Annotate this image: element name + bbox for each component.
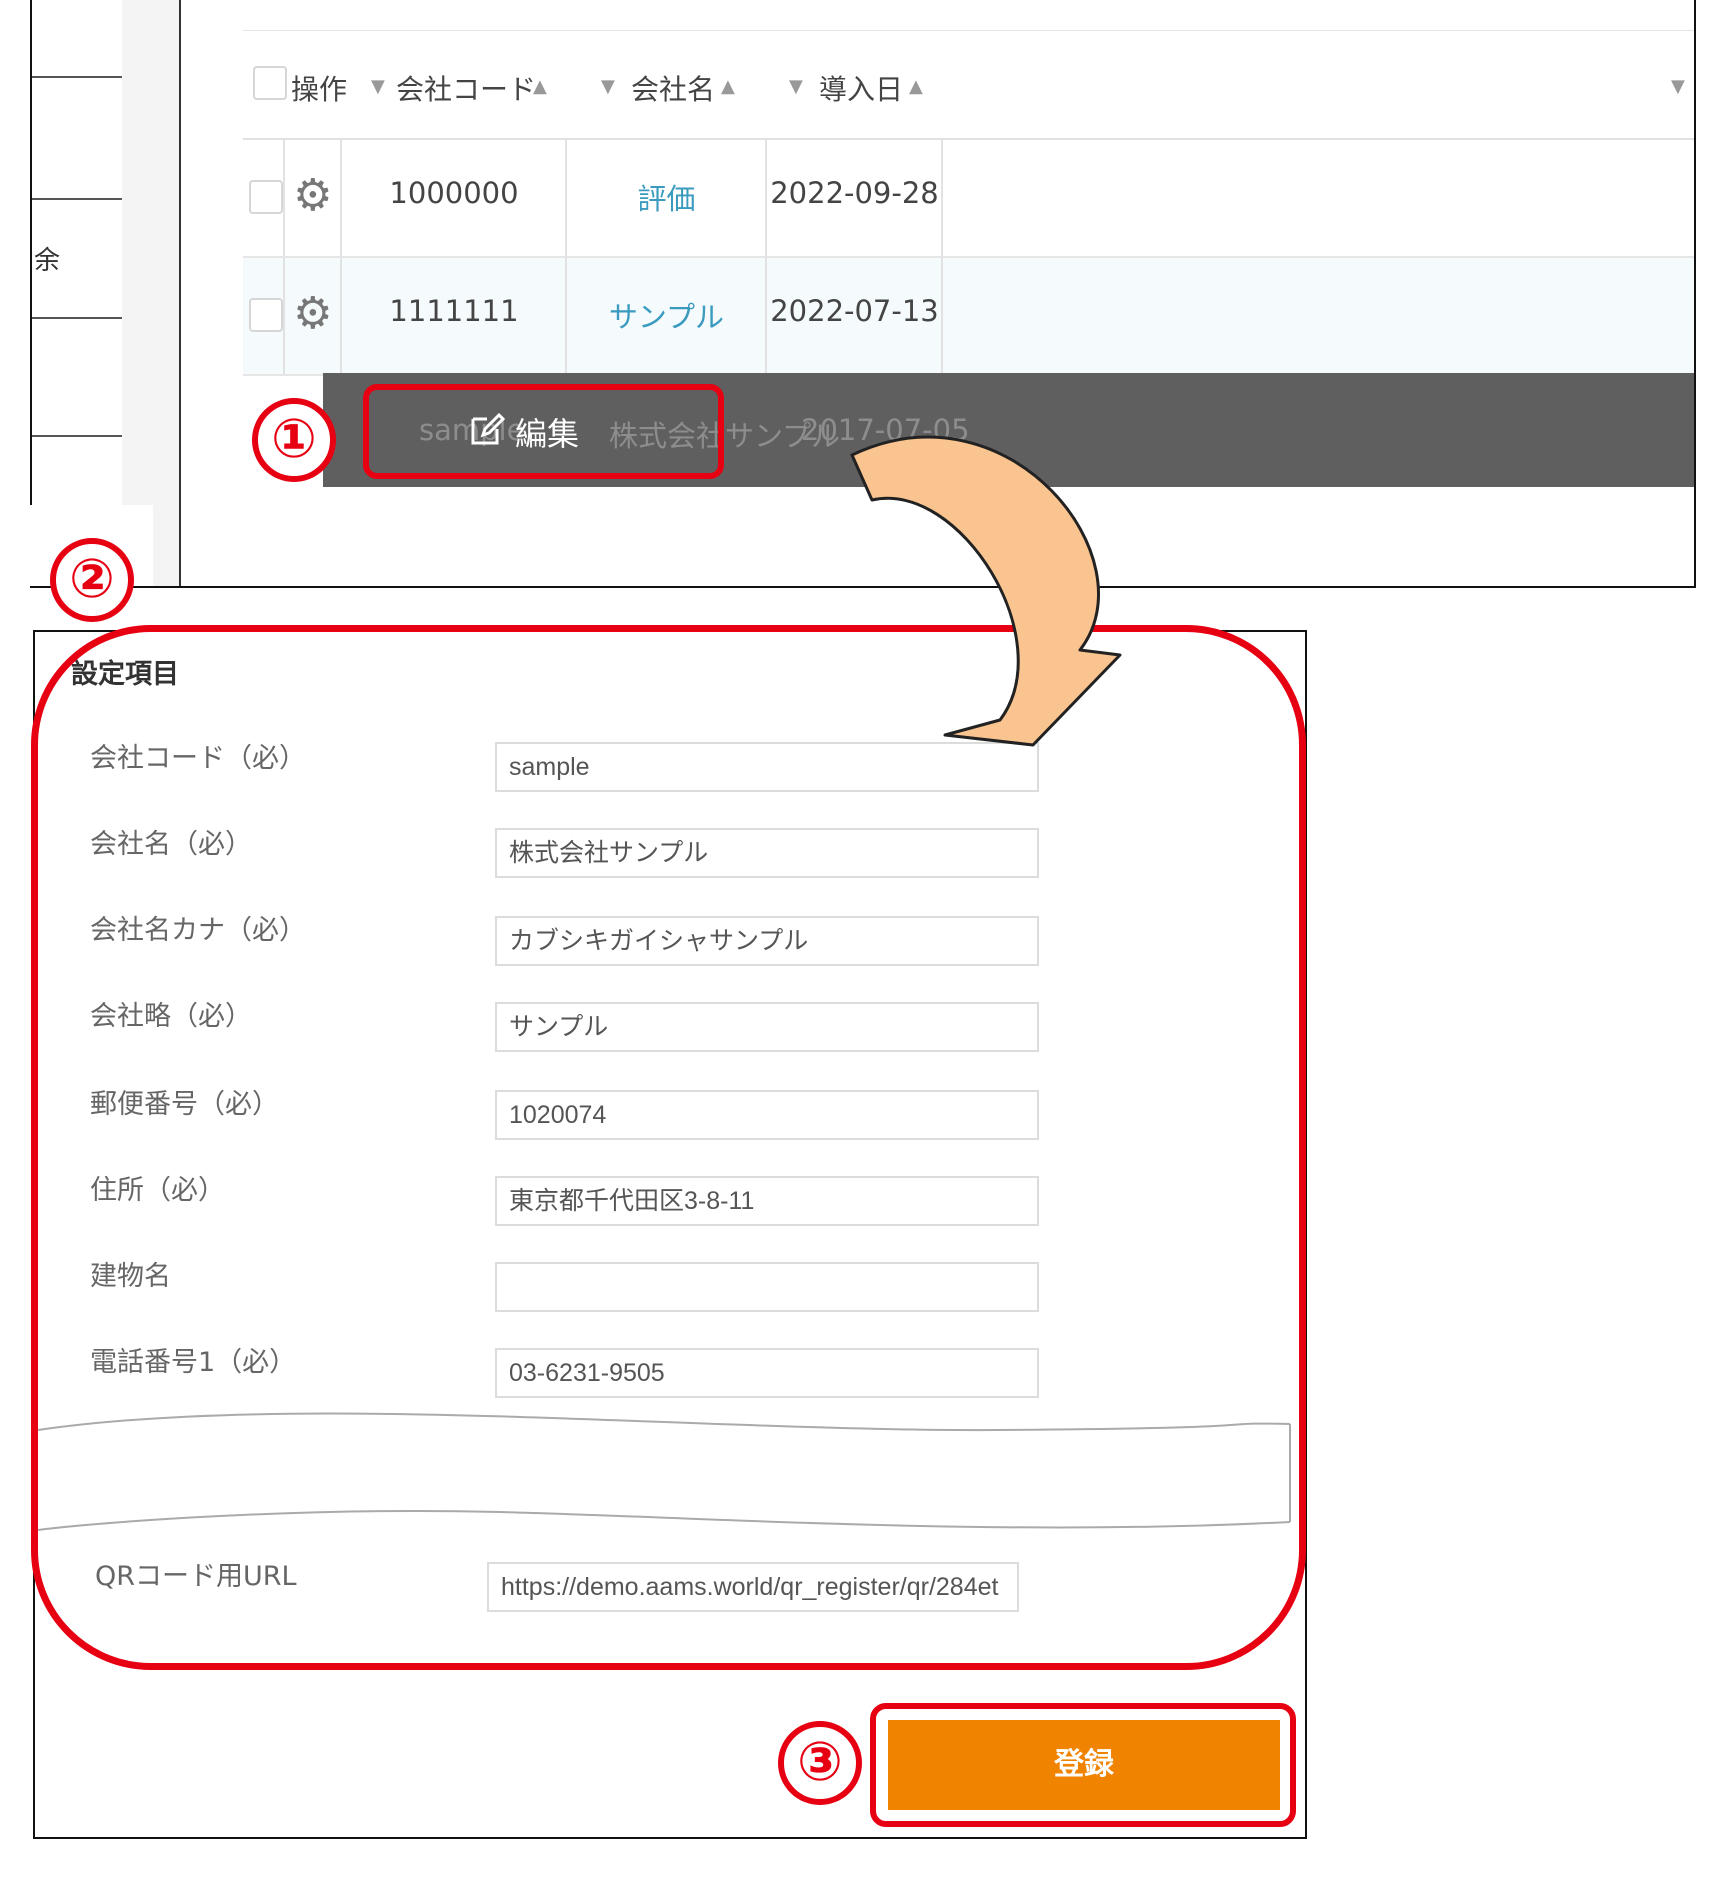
table-header: 操作 ▼ 会社コード ▲ ▼ 会社名 ▲ ▼ 導入日 ▲ ▼ <box>243 32 1694 140</box>
side-divider <box>32 435 122 437</box>
table-row: ⚙ 1000000 評価 2022-09-28 <box>243 140 1694 258</box>
highlight-register <box>870 1703 1296 1827</box>
gear-icon[interactable]: ⚙ <box>293 292 337 336</box>
column-company-name[interactable]: 会社名 <box>631 68 715 108</box>
intro-date-cell: 2017-07-05 <box>801 413 970 447</box>
step-2-marker: ② <box>50 538 134 622</box>
column-company-code[interactable]: 会社コード <box>396 68 536 108</box>
gear-icon[interactable]: ⚙ <box>293 174 337 218</box>
highlight-edit <box>363 384 724 479</box>
company-table: 操作 ▼ 会社コード ▲ ▼ 会社名 ▲ ▼ 導入日 ▲ ▼ ⚙ 1000000… <box>243 0 1694 586</box>
step-3-marker: ③ <box>778 1721 862 1805</box>
company-name-link[interactable]: 評価 <box>568 176 765 218</box>
sort-desc-icon[interactable]: ▼ <box>371 76 385 97</box>
select-all-checkbox[interactable] <box>253 66 287 100</box>
company-code-cell: 1111111 <box>389 294 519 328</box>
sort-asc-icon[interactable]: ▲ <box>721 76 735 97</box>
sort-asc-icon[interactable]: ▲ <box>533 76 547 97</box>
intro-date-cell: 2022-07-13 <box>770 294 939 328</box>
column-operation: 操作 <box>291 73 348 106</box>
sort-asc-icon[interactable]: ▲ <box>909 76 923 97</box>
side-divider <box>32 76 122 78</box>
side-divider <box>32 317 122 319</box>
highlight-form <box>31 625 1306 1670</box>
column-intro-date[interactable]: 導入日 <box>819 68 903 108</box>
side-menu-label: 余 <box>34 246 61 276</box>
company-code-cell: 1000000 <box>389 176 519 210</box>
side-divider <box>32 198 122 200</box>
sort-desc-icon[interactable]: ▼ <box>789 76 803 97</box>
intro-date-cell: 2022-09-28 <box>770 176 939 210</box>
company-list-screenshot: 余 操作 ▼ 会社コード ▲ ▼ 会社名 ▲ ▼ 導入日 ▲ ▼ ⚙ 10000… <box>30 0 1696 588</box>
company-name-link[interactable]: サンプル <box>568 294 765 336</box>
row-checkbox[interactable] <box>249 180 283 214</box>
sort-desc-icon[interactable]: ▼ <box>601 76 615 97</box>
column-menu-icon[interactable]: ▼ <box>1671 76 1685 97</box>
side-menu: 余 <box>32 0 179 586</box>
row-checkbox[interactable] <box>249 298 283 332</box>
table-row: ⚙ 1111111 サンプル 2022-07-13 <box>243 258 1694 376</box>
step-1-marker: ① <box>252 398 336 482</box>
